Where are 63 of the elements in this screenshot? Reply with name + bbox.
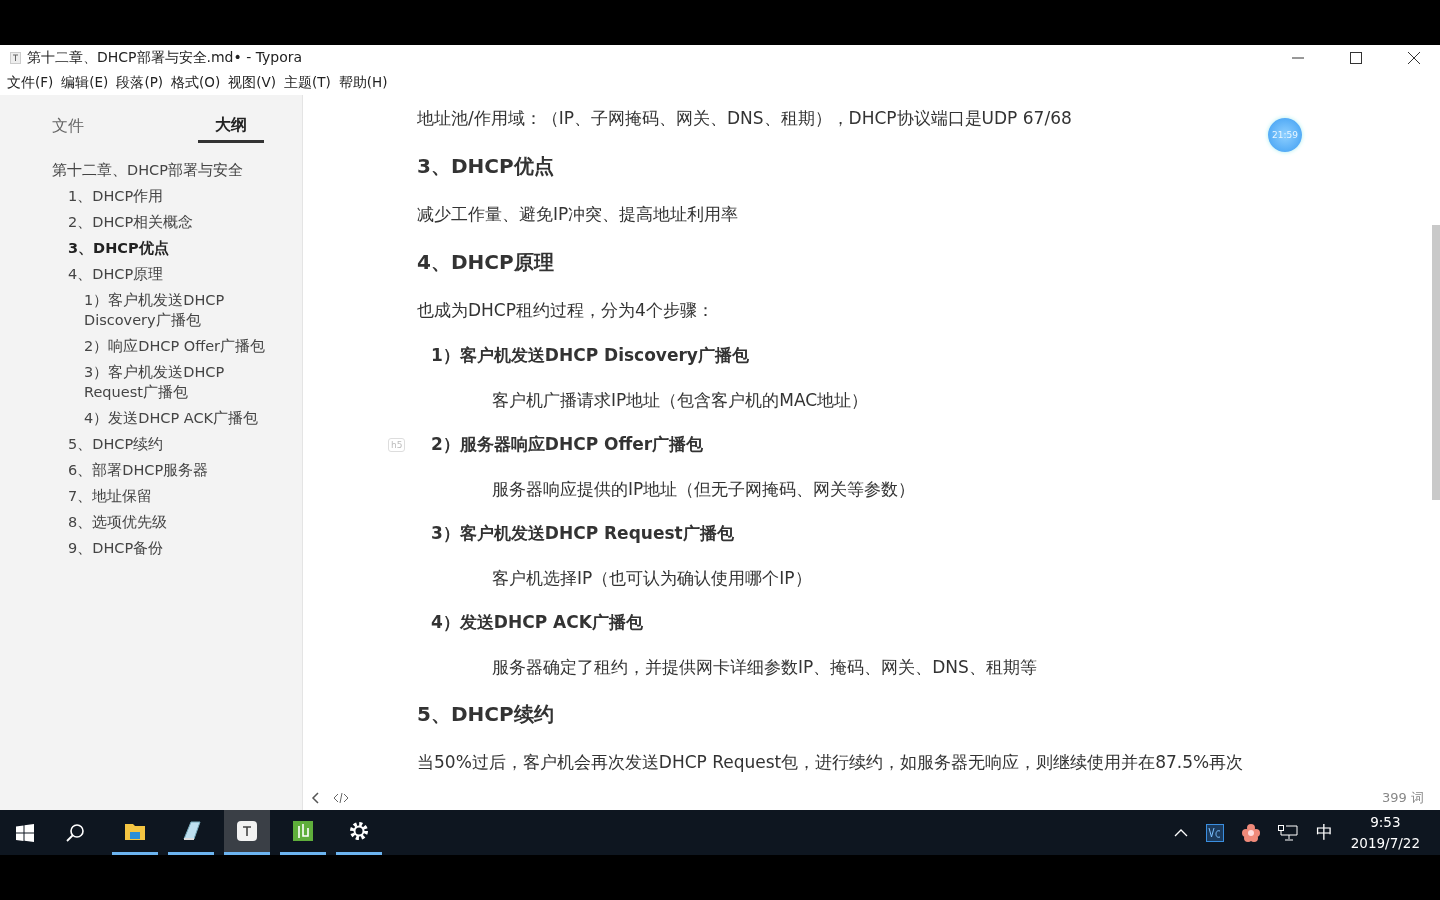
vc-tray-icon[interactable] [1205,823,1224,842]
outline-item[interactable]: 2、DHCP相关概念 [68,209,268,235]
menu-item[interactable]: 视图(V) [227,73,284,92]
menu-item[interactable]: 段落(P) [115,73,171,92]
sidebar-tab[interactable]: 大纲 [198,107,264,143]
taskbar-app-button[interactable] [224,810,270,855]
outline-item[interactable]: 1）客户机发送DHCP Discovery广播包 [84,287,284,333]
paragraph-text: 服务器响应提供的IP地址（但无子网掩码、网关等参数） [492,477,916,501]
outline-item[interactable]: 3、DHCP优点 [68,235,268,261]
subsection-heading: 1）客户机发送DHCP Discovery广播包 [431,344,749,367]
outline-item[interactable]: 4）发送DHCP ACK广播包 [84,405,284,431]
app-logo-icon [10,51,21,64]
heading-level-tag: h5 [388,437,406,452]
menu-item[interactable]: 格式(O) [170,73,228,92]
paragraph-text: 减少工作量、避免IP冲突、提高地址利用率 [417,202,739,226]
outline-item[interactable]: 4、DHCP原理 [68,261,268,287]
clock[interactable]: 9:53 2019/7/22 [1350,811,1420,854]
section-heading: 4、DHCP原理 [417,248,554,276]
gear-icon [347,819,371,843]
section-heading: 3、DHCP优点 [417,152,554,180]
outline-item[interactable]: 5、DHCP续约 [68,431,268,457]
paragraph-text: 服务器确定了租约，并提供网卡详细参数IP、掩码、网关、DNS、租期等 [492,655,1037,679]
letter-t-tile-icon [235,819,259,843]
paragraph-text: 也成为DHCP租约过程，分为4个步骤： [417,298,714,322]
back-button[interactable] [311,791,319,804]
paragraph-text: 客户机广播请求IP地址（包含客户机的MAC地址） [492,388,869,412]
outline-item[interactable]: 9、DHCP备份 [68,535,268,561]
flower-tray-icon[interactable] [1241,823,1260,842]
app-tile-icon [291,819,315,843]
window-title: 第十二章、DHCP部署与安全.md• - Typora [27,48,303,67]
chevron-up-icon[interactable] [1173,828,1188,837]
outline-item[interactable]: 1、DHCP作用 [68,183,268,209]
outline-item[interactable]: 第十二章、DHCP部署与安全 [52,157,302,183]
code-icon [333,791,349,804]
timer-badge: 21:59 [1268,118,1302,152]
close-icon [1408,51,1420,64]
outline-item[interactable]: 2）响应DHCP Offer广播包 [84,333,284,359]
menu-item[interactable]: 帮助(H) [337,73,395,92]
maximize-icon [1350,51,1362,64]
clock-date: 2019/7/22 [1350,833,1420,853]
paragraph-text: 客户机选择IP（也可认为确认使用哪个IP） [492,566,812,590]
menu-item[interactable]: 主题(T) [283,73,338,92]
input-method-indicator[interactable]: 中 [1315,821,1333,844]
menu-item[interactable]: 编辑(E) [60,73,116,92]
network-icon[interactable] [1277,824,1298,841]
chevron-left-icon [311,791,319,804]
windows-logo-icon [16,823,34,842]
subsection-heading: 2）服务器响应DHCP Offer广播包 [431,433,704,456]
outline-item[interactable]: 7、地址保留 [68,483,268,509]
source-code-button[interactable] [333,791,349,804]
menu-item[interactable]: 文件(F) [6,73,61,92]
outline-item[interactable]: 6、部署DHCP服务器 [68,457,268,483]
word-count[interactable]: 399 词 [1382,788,1424,807]
outline-item[interactable]: 8、选项优先级 [68,509,268,535]
search-icon [65,822,85,843]
paragraph-text: 当50%过后，客户机会再次发送DHCP Request包，进行续约，如服务器无响应，则继续使用并在87.5%再次 [417,750,1244,774]
paragraph-text: 地址池/作用域：（IP、子网掩码、网关、DNS、租期），DHCP协议端口是UDP 67/68 [417,106,1072,130]
subsection-heading: 4）发送DHCP ACK广播包 [431,611,643,634]
sidebar-tab[interactable]: 文件 [38,107,98,143]
section-heading: 5、DHCP续约 [417,700,554,728]
subsection-heading: 3）客户机发送DHCP Request广播包 [431,522,734,545]
clock-time: 9:53 [1370,812,1401,832]
outline-item[interactable]: 3）客户机发送DHCP Request广播包 [84,359,284,405]
